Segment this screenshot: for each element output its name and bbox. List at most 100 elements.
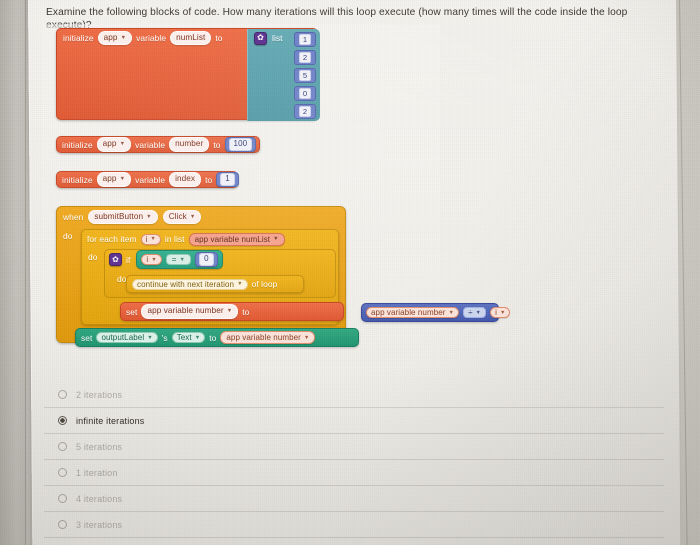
variable-name-field[interactable]: number: [169, 137, 210, 152]
to-keyword: to: [213, 139, 221, 150]
to-keyword: to: [215, 33, 223, 43]
radio-icon[interactable]: [58, 468, 67, 477]
block-initialize-number[interactable]: initialize app ▼ variable number to 100: [56, 136, 260, 153]
answer-option-label: 2 iterations: [76, 389, 123, 400]
number-block[interactable]: 100: [224, 137, 257, 152]
list-item[interactable]: 0: [294, 86, 316, 101]
value-variable-block[interactable]: app variable number ▼: [220, 331, 316, 344]
list-item-value: 0: [298, 87, 312, 100]
scope-dropdown[interactable]: app ▼: [97, 30, 133, 46]
block-set-app-variable-number[interactable]: set app variable number ▼ to app variabl…: [120, 302, 511, 322]
screen-left-bezel: [0, 0, 24, 545]
number-block[interactable]: 0: [195, 252, 218, 267]
chevron-down-icon: ▼: [146, 213, 152, 220]
event-dropdown[interactable]: Click ▼: [162, 209, 202, 225]
radio-icon[interactable]: [58, 494, 67, 503]
answer-option-3[interactable]: 1 iteration: [44, 460, 664, 486]
gear-icon[interactable]: ✿: [254, 31, 267, 45]
page-right-edge: [679, 0, 688, 545]
answer-option-0[interactable]: 2 iterations: [44, 382, 664, 408]
loop-variable-label: i: [145, 234, 148, 244]
chevron-down-icon: ▼: [273, 236, 279, 242]
comparison-operator-label: =: [171, 255, 177, 264]
block-for-each-item-in-list[interactable]: for each item i ▼ in list app variable n…: [81, 229, 511, 325]
math-operator-dropdown[interactable]: ÷ ▼: [463, 307, 487, 318]
chevron-down-icon: ▼: [119, 176, 126, 183]
comparison-operator-dropdown[interactable]: = ▼: [165, 254, 192, 265]
do-keyword: do: [88, 252, 98, 262]
list-item[interactable]: 2: [294, 104, 316, 119]
math-left-label: app variable number: [371, 308, 446, 317]
list-item[interactable]: 2: [294, 50, 316, 65]
variable-name-field[interactable]: numList: [170, 30, 212, 46]
to-keyword: to: [209, 332, 217, 343]
continue-dropdown[interactable]: continue with next iteration ▼: [132, 278, 248, 290]
list-item-value: 5: [298, 69, 312, 82]
gear-icon[interactable]: ✿: [109, 253, 122, 266]
scope-label: app: [103, 32, 118, 42]
chevron-down-icon: ▼: [237, 281, 243, 287]
radio-icon[interactable]: [58, 442, 67, 451]
scope-dropdown[interactable]: app ▼: [96, 172, 132, 187]
scope-label: app: [102, 139, 117, 149]
block-when-submitbutton-click[interactable]: when submitButton ▼ Click ▼ do for each …: [56, 206, 511, 347]
variable-name-field[interactable]: index: [169, 172, 202, 187]
list-item[interactable]: 1: [294, 32, 316, 47]
list-item[interactable]: 5: [294, 68, 316, 83]
block-comparison[interactable]: i ▼ = ▼ 0: [136, 250, 223, 269]
block-initialize-numlist[interactable]: initialize app ▼ variable numList to ✿ l…: [56, 28, 320, 121]
radio-icon[interactable]: [58, 390, 67, 399]
of-loop-keyword: of loop: [251, 279, 278, 289]
chevron-down-icon: ▼: [147, 334, 153, 341]
list-item-value: 2: [298, 51, 312, 64]
block-make-a-list[interactable]: ✿ list 1 2 5 0 2: [247, 29, 320, 121]
chevron-down-icon: ▼: [179, 256, 186, 263]
number-value: 0: [199, 253, 214, 266]
math-operator-label: ÷: [468, 308, 473, 317]
to-keyword: to: [205, 174, 213, 185]
answer-option-label: infinite iterations: [76, 415, 145, 426]
answer-option-4[interactable]: 4 iterations: [44, 486, 664, 512]
set-keyword: set: [126, 306, 138, 317]
variable-keyword: variable: [135, 139, 166, 150]
radio-icon[interactable]: [58, 520, 67, 529]
component-dropdown[interactable]: submitButton ▼: [88, 209, 158, 225]
photo-of-screen: Examine the following blocks of code. Ho…: [0, 0, 700, 545]
continue-label: continue with next iteration: [137, 279, 235, 289]
answer-option-label: 1 iteration: [76, 467, 118, 478]
math-right-label: i: [495, 308, 497, 317]
variable-keyword: variable: [136, 33, 167, 43]
chevron-down-icon: ▼: [189, 213, 196, 220]
set-target-dropdown[interactable]: app variable number ▼: [141, 304, 239, 319]
chevron-down-icon: ▼: [120, 34, 127, 41]
chevron-down-icon: ▼: [499, 309, 506, 316]
block-initialize-index[interactable]: initialize app ▼ variable index to 1: [56, 171, 239, 188]
answer-option-label: 4 iterations: [76, 493, 123, 504]
block-set-outputlabel-text[interactable]: set outputLabel ▼ 's Text ▼ to app varia…: [75, 328, 359, 347]
scope-label: app: [102, 174, 117, 184]
chevron-down-icon: ▼: [448, 309, 455, 316]
initialize-keyword: initialize: [63, 33, 94, 43]
list-source-variable-block[interactable]: app variable numList ▼: [188, 232, 285, 246]
math-right-operand[interactable]: i ▼: [490, 307, 511, 318]
math-left-operand[interactable]: app variable number ▼: [366, 307, 460, 318]
radio-icon[interactable]: [58, 416, 67, 425]
property-dropdown[interactable]: Text ▼: [171, 332, 206, 343]
block-continue-with-next-iteration[interactable]: continue with next iteration ▼ of loop: [126, 275, 304, 293]
quiz-content: Examine the following blocks of code. Ho…: [40, 0, 670, 545]
answer-option-1[interactable]: infinite iterations: [44, 408, 664, 434]
answer-option-label: 3 iterations: [76, 519, 123, 530]
answer-option-2[interactable]: 5 iterations: [44, 434, 664, 460]
set-target-label: app variable number: [147, 306, 224, 316]
comparison-left-operand[interactable]: i ▼: [141, 254, 162, 265]
chevron-down-icon: ▼: [119, 141, 126, 148]
answer-option-5[interactable]: 3 iterations: [44, 512, 664, 538]
number-block[interactable]: 1: [216, 172, 239, 187]
chevron-down-icon: ▼: [303, 334, 310, 341]
component-dropdown[interactable]: outputLabel ▼: [96, 332, 158, 343]
block-math-division[interactable]: app variable number ▼ ÷ ▼ i ▼: [361, 303, 511, 322]
chevron-down-icon: ▼: [150, 236, 156, 242]
scope-dropdown[interactable]: app ▼: [96, 137, 132, 152]
loop-variable-field[interactable]: i ▼: [140, 233, 161, 245]
component-label: outputLabel: [101, 333, 145, 342]
